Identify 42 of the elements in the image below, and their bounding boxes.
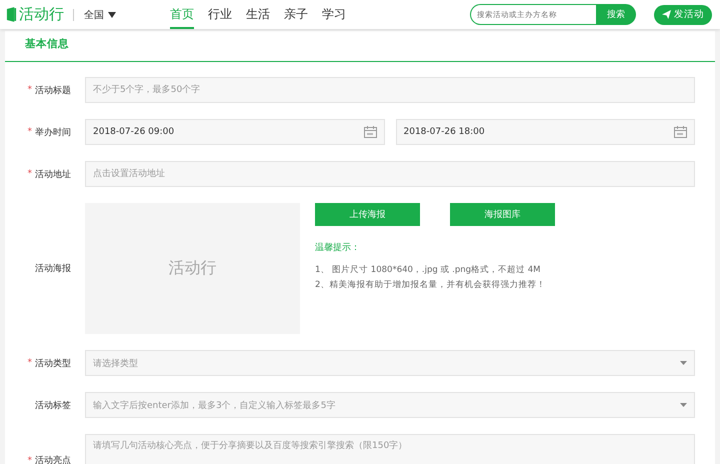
tip-text: 2、精美海报有助于增加报名量，并有机会获得强力推荐！ <box>315 278 546 292</box>
calendar-icon <box>364 126 376 138</box>
placeholder-logo: 活动行 <box>168 258 216 279</box>
search-button[interactable]: 搜索 <box>596 4 636 25</box>
section-title: 基本信息 <box>24 37 70 52</box>
required-mark: * <box>28 127 32 137</box>
field-label: 活动类型 <box>35 358 71 370</box>
field-label: 活动海报 <box>35 262 71 275</box>
door-icon <box>6 7 17 22</box>
required-mark: * <box>28 85 32 95</box>
tip-text: 1、 图片尺寸 1080*640，.jpg 或 .png格式，不超过 4M <box>315 264 542 277</box>
required-mark: * <box>28 456 32 464</box>
date-field[interactable]: 2018-07-26 18:00 <box>396 119 695 145</box>
nav-tab[interactable]: 首页 <box>170 0 194 29</box>
required-mark: * <box>28 358 32 368</box>
nav-tab[interactable]: 行业 <box>208 0 232 29</box>
poster-button[interactable]: 上传海报 <box>315 203 420 226</box>
publish-button[interactable]: 发活动 <box>654 4 712 24</box>
calendar-icon <box>674 126 687 138</box>
field-label: 活动标题 <box>35 84 71 96</box>
text-field[interactable]: 点击设置活动地址 <box>85 161 695 187</box>
poster-placeholder[interactable]: 活动行 <box>85 203 300 334</box>
caret-icon <box>108 12 116 18</box>
field-label: 活动标签 <box>35 400 71 412</box>
nav-tab[interactable]: 亲子 <box>284 0 308 29</box>
poster-button[interactable]: 海报图库 <box>450 203 555 226</box>
send-icon <box>662 10 671 19</box>
caret-icon <box>680 403 687 407</box>
caret-icon <box>680 361 687 365</box>
required-mark: * <box>28 169 32 179</box>
logo-text: 活动行 <box>19 5 64 24</box>
field-label: 举办时间 <box>35 126 71 138</box>
tips-title: 温馨提示： <box>315 242 361 254</box>
textarea-field[interactable]: 请填写几句活动核心亮点，便于分享摘要以及百度等搜索引擎搜索（限150字） <box>85 434 695 464</box>
select-field[interactable]: 输入文字后按enter添加，最多3个，自定义输入标签最多5字 <box>85 392 695 418</box>
select-field[interactable]: 请选择类型 <box>85 350 695 376</box>
region-selector[interactable]: 全国 <box>84 8 116 22</box>
date-field[interactable]: 2018-07-26 09:00 <box>85 119 384 145</box>
nav-tab[interactable]: 生活 <box>246 0 270 29</box>
nav-tab[interactable]: 学习 <box>322 0 346 29</box>
text-field[interactable]: 不少于5个字，最多50个字 <box>85 77 695 103</box>
field-label: 活动地址 <box>35 168 71 180</box>
